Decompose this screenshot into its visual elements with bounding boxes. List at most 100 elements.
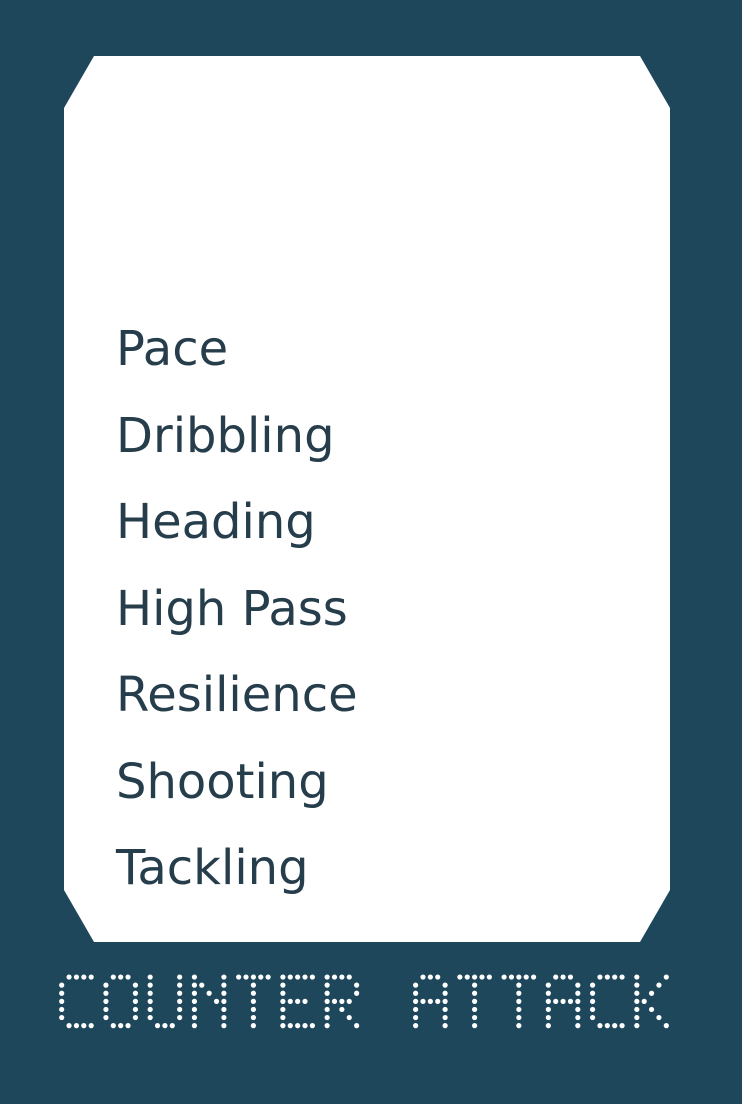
logo-dot xyxy=(59,982,65,988)
logo-dot xyxy=(612,974,618,980)
stat-tackling: Tackling xyxy=(116,840,309,897)
logo-dot xyxy=(287,998,293,1004)
logo-dot xyxy=(331,998,338,1004)
logo-dot xyxy=(413,1014,419,1021)
logo-dot xyxy=(472,1006,478,1013)
logo-dot xyxy=(221,990,227,996)
logo-dot xyxy=(295,1023,301,1029)
logo-dot xyxy=(147,974,153,980)
logo-dot xyxy=(472,1023,478,1029)
logo-dot xyxy=(169,1023,175,1029)
logo-dot xyxy=(472,974,478,980)
logo-dot xyxy=(324,990,330,996)
logo-dot xyxy=(73,1023,80,1029)
logo-dot xyxy=(250,974,256,980)
logo-dot xyxy=(508,974,515,980)
logo-dot xyxy=(413,998,419,1004)
logo-dot xyxy=(309,1023,315,1029)
logo-dot xyxy=(560,974,566,980)
logo-dot xyxy=(280,1023,286,1029)
card-frame: Pace Dribbling Heading High Pass Resilie… xyxy=(0,0,742,1104)
logo-dot xyxy=(545,998,551,1004)
brand-logo: COUNTER ATTACK xyxy=(58,972,670,1030)
logo-dot xyxy=(177,998,183,1004)
logo-dot xyxy=(324,998,330,1004)
logo-dot xyxy=(331,974,338,980)
logo-dot xyxy=(147,998,153,1004)
logo-dot xyxy=(442,998,448,1004)
logo-dot xyxy=(280,982,286,988)
logo-dot xyxy=(354,1023,360,1029)
logo-dot xyxy=(250,998,256,1004)
logo-dot xyxy=(560,998,566,1004)
logo-dot xyxy=(221,1023,227,1029)
logo-dot xyxy=(435,998,441,1004)
logo-dot xyxy=(663,1023,669,1029)
logo-dot xyxy=(103,998,109,1004)
logo-dot xyxy=(472,982,478,988)
logo-dot xyxy=(516,998,522,1004)
logo-dot xyxy=(236,974,242,980)
logo-dot xyxy=(221,982,227,988)
logo-dots xyxy=(59,974,669,1029)
logo-dot xyxy=(634,974,640,980)
logo-dot xyxy=(413,990,419,996)
logo-dot xyxy=(648,990,655,996)
logo-dot xyxy=(339,1006,345,1013)
logo-dot xyxy=(191,982,198,988)
stat-high-pass: High Pass xyxy=(116,580,348,637)
logo-dot xyxy=(420,998,426,1004)
logo-dot xyxy=(191,1006,198,1013)
logo-dot xyxy=(619,974,625,980)
logo-dot xyxy=(295,974,301,980)
logo-dot xyxy=(191,1014,198,1021)
logo-dot xyxy=(66,974,72,980)
logo-dot xyxy=(125,1023,131,1029)
logo-dot xyxy=(567,974,574,980)
logo-dot xyxy=(265,974,271,980)
logo-dot xyxy=(442,982,448,988)
logo-dot xyxy=(545,1023,551,1029)
logo-dot xyxy=(110,974,116,980)
logo-dot xyxy=(191,1023,198,1029)
logo-dot xyxy=(346,974,352,980)
logo-dot xyxy=(103,982,109,988)
logo-dot xyxy=(132,982,139,988)
logo-dot xyxy=(258,974,264,980)
logo-dot xyxy=(302,998,308,1004)
logo-dot xyxy=(413,1023,419,1029)
logo-dot xyxy=(648,1006,655,1013)
logo-dot xyxy=(501,974,507,980)
logo-dot xyxy=(118,974,124,980)
logo-dot xyxy=(575,998,581,1004)
logo-dot xyxy=(221,998,227,1004)
logo-dot xyxy=(575,1023,581,1029)
logo-dot xyxy=(162,1023,168,1029)
logo-dot xyxy=(354,990,360,996)
logo-dot xyxy=(213,998,220,1004)
logo-dot xyxy=(472,1014,478,1021)
logo-dot xyxy=(553,974,559,980)
logo-dot xyxy=(287,1023,293,1029)
stat-list: Pace Dribbling Heading High Pass Resilie… xyxy=(116,306,358,912)
logo-dot xyxy=(634,990,640,996)
logo-dot xyxy=(132,1006,139,1013)
logo-dot xyxy=(589,990,596,996)
logo-dot xyxy=(523,974,529,980)
logo-dot xyxy=(472,998,478,1004)
logo-dot xyxy=(339,998,345,1004)
logo-dot xyxy=(442,1006,448,1013)
logo-dot xyxy=(177,1006,183,1013)
logo-dot xyxy=(530,974,537,980)
logo-dot xyxy=(191,974,198,980)
logo-dot xyxy=(634,1014,640,1021)
stat-shooting: Shooting xyxy=(116,753,329,810)
logo-dot xyxy=(324,982,330,988)
logo-dot xyxy=(545,990,551,996)
logo-dot xyxy=(516,1014,522,1021)
logo-dot xyxy=(464,974,470,980)
logo-dot xyxy=(589,982,596,988)
logo-dot xyxy=(59,1014,65,1021)
logo-dot xyxy=(66,1023,72,1029)
logo-dot xyxy=(545,982,551,988)
